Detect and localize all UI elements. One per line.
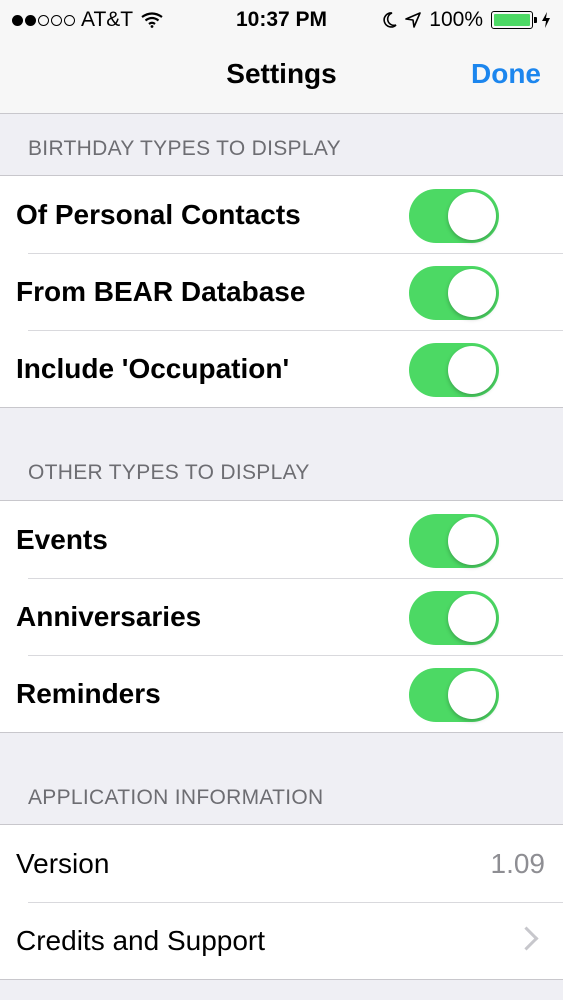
row-label: Version <box>16 848 110 879</box>
section-header-birthday: BIRTHDAY TYPES TO DISPLAY <box>28 137 341 160</box>
anniversaries-toggle[interactable] <box>409 591 499 645</box>
row-version: Version 1.09 <box>0 825 563 902</box>
chevron-right-icon <box>514 926 539 951</box>
row-reminders: Reminders <box>0 655 563 732</box>
row-anniversaries: Anniversaries <box>0 578 563 655</box>
row-label: Credits and Support <box>16 925 266 956</box>
row-label: From BEAR Database <box>16 276 306 307</box>
battery-level <box>494 14 530 26</box>
toggle-knob <box>448 517 496 565</box>
location-arrow-icon <box>405 12 422 28</box>
row-credits-support[interactable]: Credits and Support <box>0 902 563 979</box>
row-label: Events <box>16 524 108 555</box>
toggle-knob <box>448 594 496 642</box>
row-events: Events <box>0 501 563 578</box>
row-include-occupation: Include 'Occupation' <box>0 330 563 407</box>
include-occupation-toggle[interactable] <box>409 343 499 397</box>
reminders-toggle[interactable] <box>409 668 499 722</box>
bear-database-toggle[interactable] <box>409 266 499 320</box>
section-header-other: OTHER TYPES TO DISPLAY <box>28 461 310 484</box>
toggle-knob <box>448 269 496 317</box>
section-header-app-info: APPLICATION INFORMATION <box>28 786 324 809</box>
battery-icon <box>491 11 537 29</box>
toggle-knob <box>448 671 496 719</box>
status-right: 100% <box>383 8 551 32</box>
other-types-group: Events Anniversaries Reminders <box>0 500 563 733</box>
done-button[interactable]: Done <box>471 58 541 90</box>
status-bar: AT&T 10:37 PM 100% <box>0 0 563 38</box>
toggle-knob <box>448 346 496 394</box>
row-label: Of Personal Contacts <box>16 199 301 230</box>
moon-icon <box>383 12 397 28</box>
battery-percent: 100% <box>429 8 483 31</box>
row-label: Reminders <box>16 678 161 709</box>
row-bear-database: From BEAR Database <box>0 253 563 330</box>
row-label: Include 'Occupation' <box>16 353 290 384</box>
personal-contacts-toggle[interactable] <box>409 189 499 243</box>
row-label: Anniversaries <box>16 601 202 632</box>
app-info-group: Version 1.09 Credits and Support <box>0 824 563 980</box>
version-value: 1.09 <box>490 848 546 879</box>
charging-bolt-icon <box>542 12 550 28</box>
events-toggle[interactable] <box>409 514 499 568</box>
navigation-bar: Settings Done <box>0 38 563 114</box>
row-personal-contacts: Of Personal Contacts <box>0 176 563 253</box>
birthday-types-group: Of Personal Contacts From BEAR Database … <box>0 175 563 408</box>
toggle-knob <box>448 192 496 240</box>
